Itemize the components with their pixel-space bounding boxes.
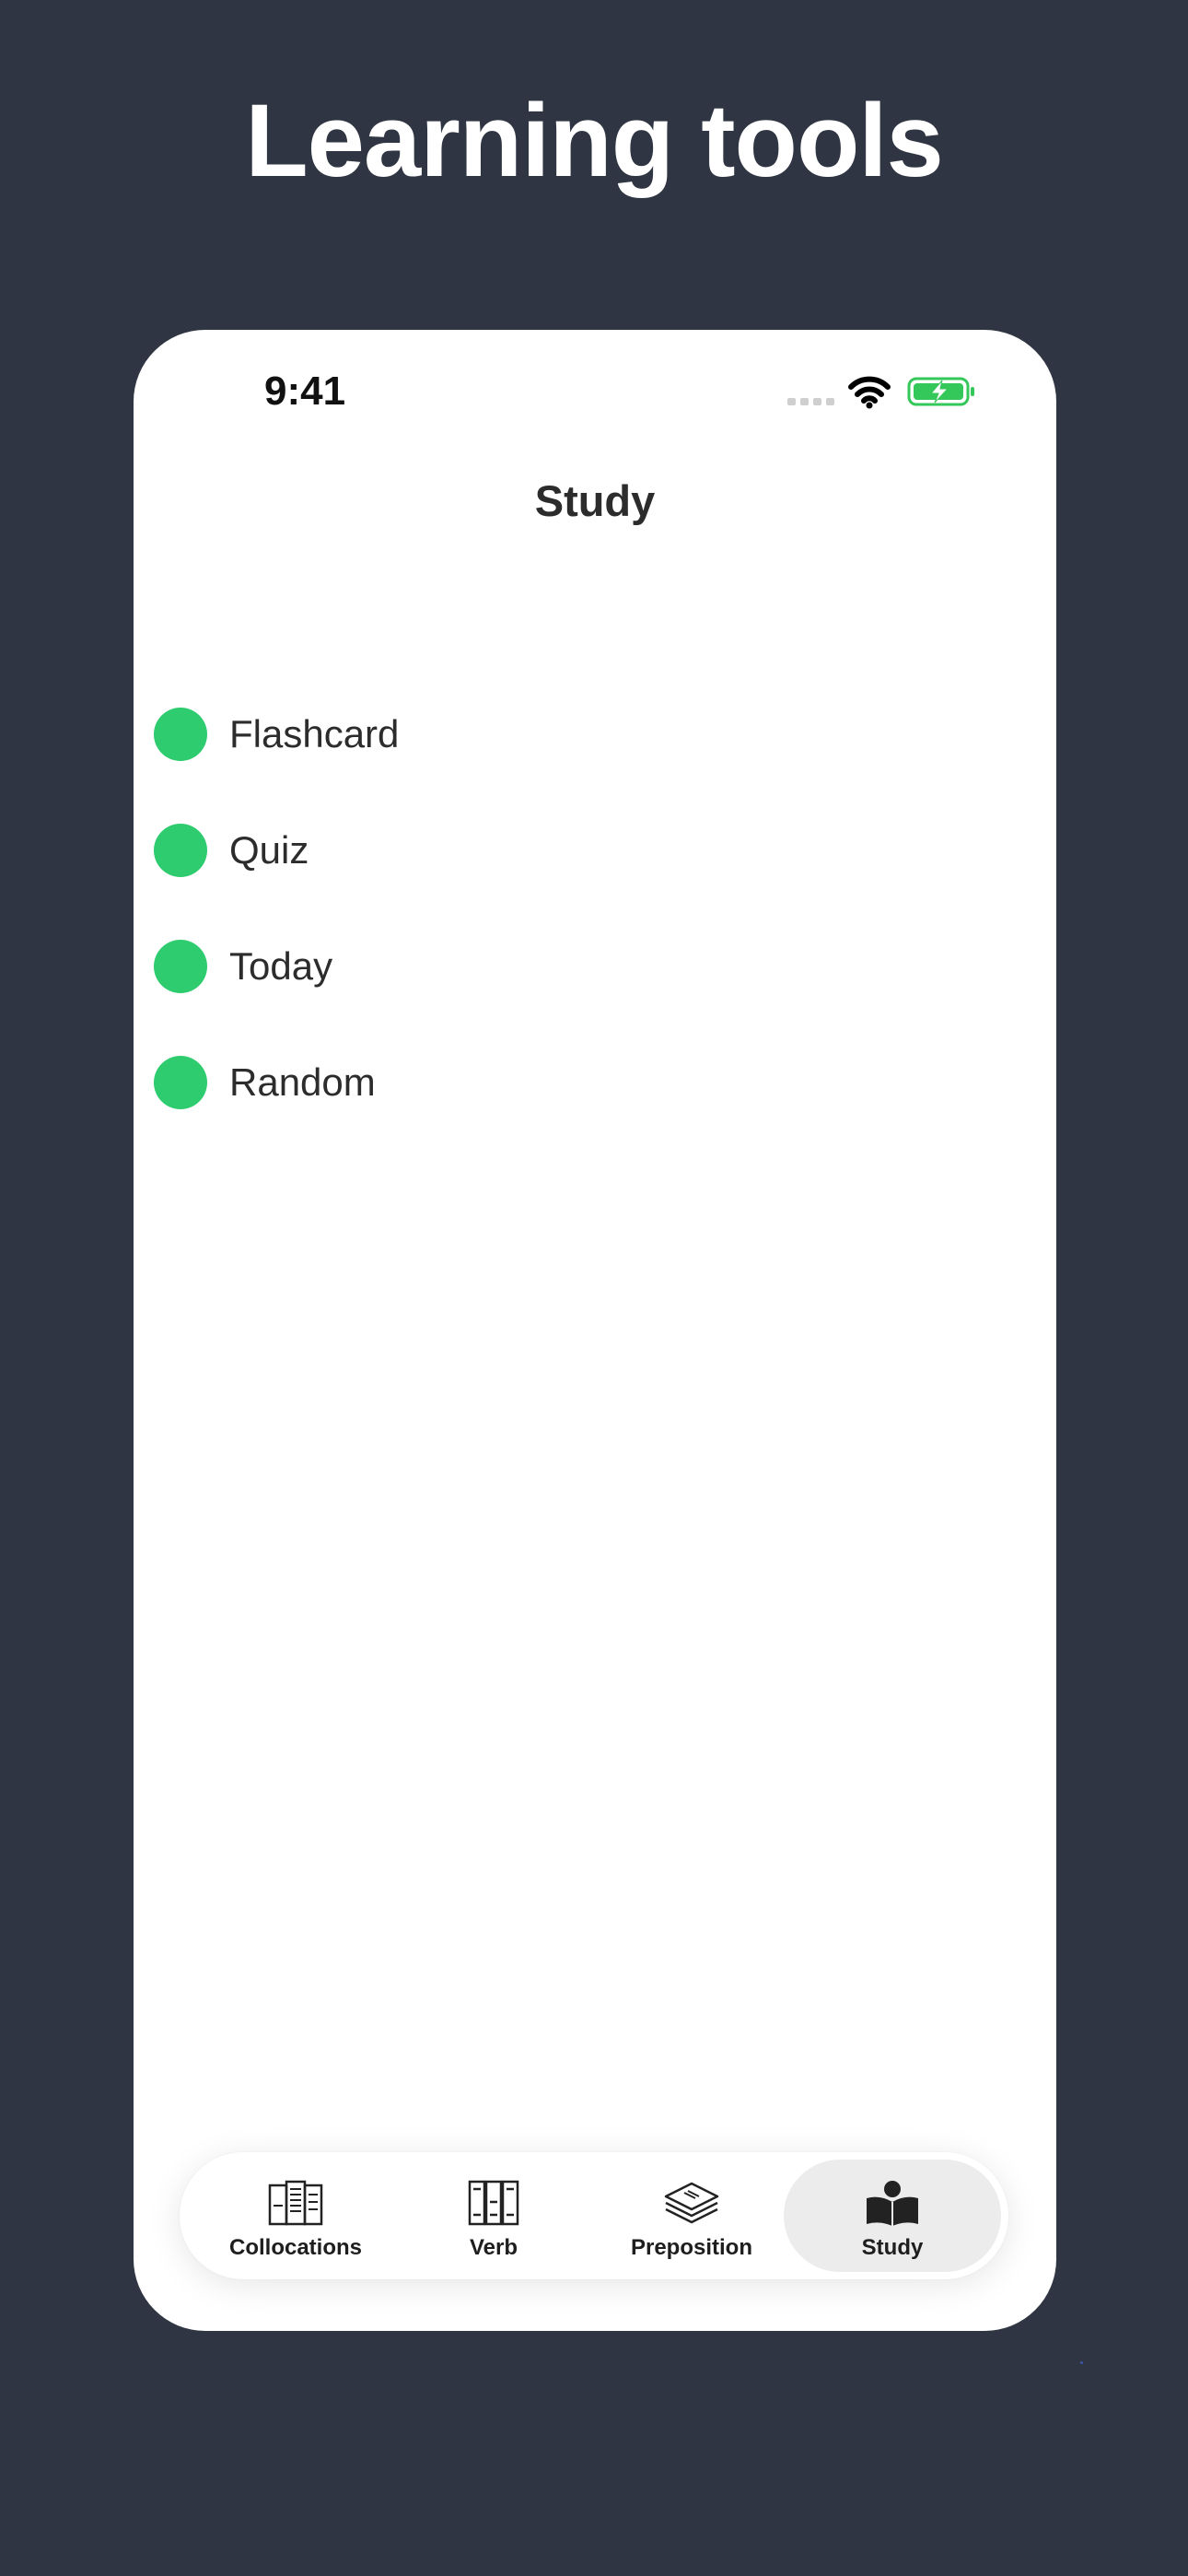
green-dot-icon — [154, 824, 207, 877]
tab-label: Study — [861, 2235, 924, 2260]
menu-item-random[interactable]: Random — [154, 1025, 983, 1141]
layers-stack-icon — [664, 2182, 719, 2224]
green-dot-icon — [154, 1056, 207, 1109]
menu-item-flashcard[interactable]: Flashcard — [154, 676, 983, 792]
tab-bar: Collocations Verb Preposition Study — [180, 2152, 1008, 2279]
phone-screen: 9:41 Study Flashcard Quiz Today Random C… — [134, 330, 1056, 2331]
study-menu-list: Flashcard Quiz Today Random — [154, 676, 983, 1141]
menu-item-label: Today — [229, 944, 333, 988]
tab-label: Collocations — [228, 2235, 362, 2260]
battery-charging-icon — [907, 377, 974, 406]
tab-label: Verb — [469, 2235, 518, 2260]
tab-preposition[interactable]: Preposition — [583, 2160, 800, 2272]
green-dot-icon — [154, 708, 207, 761]
books-shelf-icon — [468, 2180, 519, 2226]
green-dot-icon — [154, 940, 207, 993]
status-time: 9:41 — [264, 369, 346, 414]
headline: Learning tools — [245, 83, 944, 198]
wifi-icon — [848, 376, 891, 409]
page-title: Study — [534, 476, 656, 525]
reader-icon — [867, 2181, 918, 2226]
tab-label: Preposition — [630, 2235, 752, 2260]
cellular-signal-icon — [787, 398, 834, 405]
menu-item-today[interactable]: Today — [154, 908, 983, 1025]
menu-item-label: Quiz — [229, 828, 309, 872]
menu-item-label: Random — [229, 1060, 376, 1104]
status-bar: 9:41 — [134, 330, 1056, 450]
collocations-book-icon — [268, 2180, 323, 2226]
tab-verb[interactable]: Verb — [385, 2160, 602, 2272]
menu-item-quiz[interactable]: Quiz — [154, 792, 983, 908]
tab-study[interactable]: Study — [784, 2160, 1001, 2272]
tab-collocations[interactable]: Collocations — [187, 2160, 404, 2272]
decorative-dot — [1080, 2361, 1083, 2364]
menu-item-label: Flashcard — [229, 712, 400, 755]
